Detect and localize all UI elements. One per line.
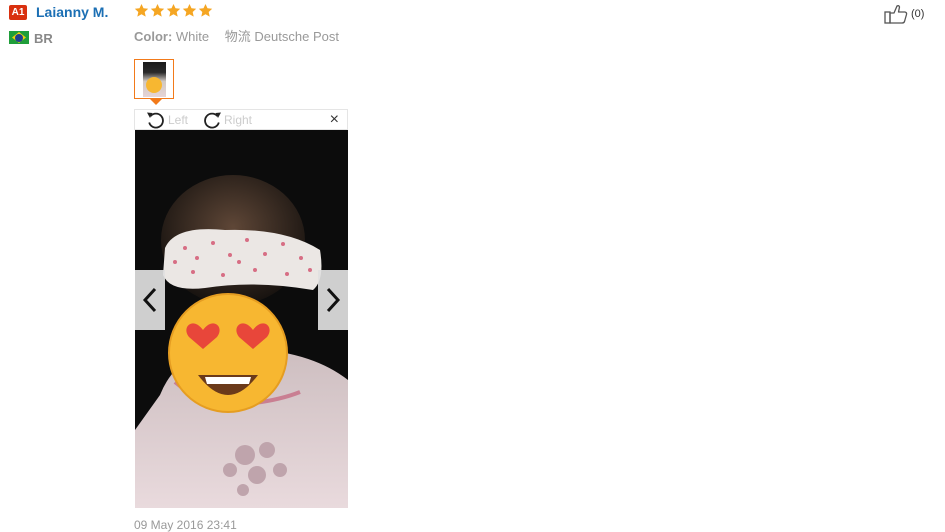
photo-viewer-toolbar: Left Right × bbox=[134, 109, 348, 130]
rotate-right-icon bbox=[204, 112, 221, 129]
star-icon bbox=[198, 3, 213, 17]
shipping-label: 物流 bbox=[224, 29, 251, 44]
review-photo-thumbnail[interactable] bbox=[134, 59, 174, 99]
review-photo bbox=[135, 130, 348, 508]
previous-photo-button[interactable] bbox=[135, 270, 165, 330]
star-icon bbox=[166, 3, 181, 17]
reviewer-name-link[interactable]: Laianny M. bbox=[36, 4, 108, 20]
shipping-value: Deutsche Post bbox=[254, 29, 339, 44]
brazil-flag-icon bbox=[9, 31, 29, 44]
star-icon bbox=[134, 3, 149, 17]
reviewer-country: BR bbox=[34, 31, 53, 46]
thumbs-up-icon bbox=[884, 5, 908, 24]
helpful-count: (0) bbox=[911, 8, 925, 20]
rotate-left-button[interactable]: Left bbox=[145, 110, 188, 130]
buyer-level-badge: A1 bbox=[9, 5, 27, 20]
rotate-left-label: Left bbox=[168, 113, 189, 127]
selected-thumbnail-caret bbox=[150, 99, 162, 105]
chevron-right-icon bbox=[326, 287, 341, 313]
helpful-button[interactable]: (0) bbox=[884, 4, 924, 24]
rotate-left-icon bbox=[147, 112, 164, 129]
next-photo-button[interactable] bbox=[318, 270, 348, 330]
star-icon bbox=[182, 3, 197, 17]
order-info: Color: White 物流 Deutsche Post bbox=[134, 26, 339, 45]
rotate-right-label: Right bbox=[224, 113, 253, 127]
rotate-right-button[interactable]: Right bbox=[201, 110, 252, 130]
star-rating bbox=[134, 3, 213, 18]
color-value: White bbox=[175, 29, 210, 44]
star-icon bbox=[150, 3, 165, 17]
chevron-left-icon bbox=[142, 287, 157, 313]
color-label: Color: bbox=[134, 29, 173, 44]
review-date: 09 May 2016 23:41 bbox=[134, 518, 237, 532]
close-viewer-button[interactable]: × bbox=[330, 111, 339, 129]
